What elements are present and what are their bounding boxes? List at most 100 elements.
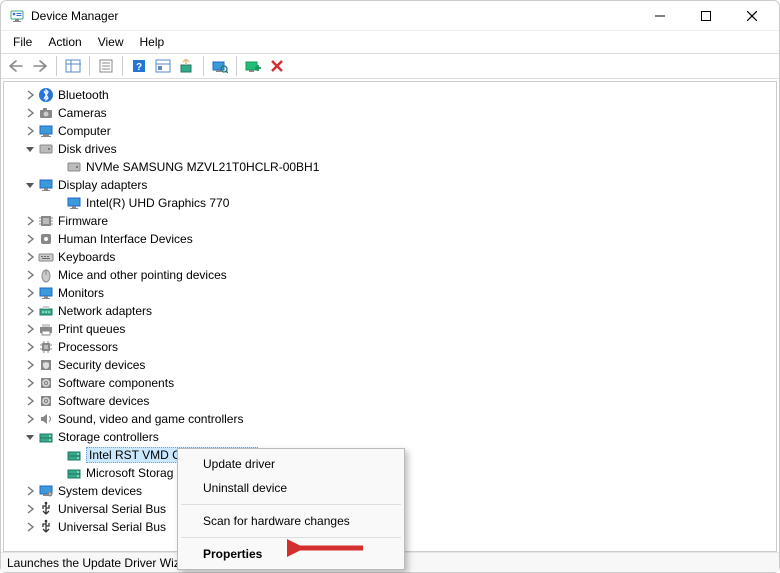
- chevron-right-icon[interactable]: [24, 305, 36, 317]
- tree-node[interactable]: Intel RST VMD Controller 467F: [50, 446, 774, 464]
- tree-node[interactable]: Computer: [6, 122, 774, 140]
- chevron-down-icon[interactable]: [24, 431, 36, 443]
- action-menu-button[interactable]: [152, 55, 174, 77]
- tree-node-label[interactable]: Network adapters: [58, 304, 152, 318]
- tree-node[interactable]: Human Interface Devices: [6, 230, 774, 248]
- chevron-down-icon[interactable]: [24, 179, 36, 191]
- tree-node[interactable]: Security devices: [6, 356, 774, 374]
- tree-node-label[interactable]: Software devices: [58, 394, 149, 408]
- scan-hardware-button[interactable]: [209, 55, 231, 77]
- chevron-right-icon[interactable]: [24, 413, 36, 425]
- tree-node[interactable]: Cameras: [6, 104, 774, 122]
- tree-node-label[interactable]: Security devices: [58, 358, 145, 372]
- svg-text:?: ?: [136, 62, 142, 73]
- chevron-right-icon[interactable]: [24, 323, 36, 335]
- ctx-uninstall-device[interactable]: Uninstall device: [179, 476, 403, 500]
- tree-node-label[interactable]: Cameras: [58, 106, 107, 120]
- back-button[interactable]: [5, 55, 27, 77]
- ctx-scan-hardware[interactable]: Scan for hardware changes: [179, 509, 403, 533]
- help-button[interactable]: ?: [128, 55, 150, 77]
- tree-node-label[interactable]: Print queues: [58, 322, 125, 336]
- maximize-button[interactable]: [683, 1, 729, 31]
- tree-node-label[interactable]: Universal Serial Bus: [58, 520, 166, 534]
- ctx-properties[interactable]: Properties: [179, 542, 403, 566]
- tree-node[interactable]: Monitors: [6, 284, 774, 302]
- menu-view[interactable]: View: [90, 33, 132, 51]
- chevron-right-icon[interactable]: [24, 485, 36, 497]
- chevron-right-icon[interactable]: [24, 503, 36, 515]
- chevron-right-icon[interactable]: [24, 359, 36, 371]
- chevron-right-icon[interactable]: [24, 395, 36, 407]
- chevron-right-icon[interactable]: [24, 107, 36, 119]
- chevron-right-icon[interactable]: [24, 341, 36, 353]
- close-button[interactable]: [729, 1, 775, 31]
- cpu-icon: [38, 339, 54, 355]
- disk-icon: [38, 141, 54, 157]
- tree-node[interactable]: Display adapters: [6, 176, 774, 194]
- tree-node[interactable]: Microsoft Storag: [50, 464, 774, 482]
- tree-node-label[interactable]: Universal Serial Bus: [58, 502, 166, 516]
- ctx-update-driver[interactable]: Update driver: [179, 452, 403, 476]
- tree-node-label[interactable]: Display adapters: [58, 178, 147, 192]
- tree-node-label[interactable]: Monitors: [58, 286, 104, 300]
- chevron-right-icon[interactable]: [24, 269, 36, 281]
- tree-node[interactable]: Bluetooth: [6, 86, 774, 104]
- chevron-right-icon[interactable]: [24, 251, 36, 263]
- chevron-right-icon[interactable]: [24, 125, 36, 137]
- tree-node-label[interactable]: NVMe SAMSUNG MZVL21T0HCLR-00BH1: [86, 160, 319, 174]
- chevron-right-icon[interactable]: [24, 521, 36, 533]
- chevron-down-icon[interactable]: [24, 143, 36, 155]
- tree-node[interactable]: NVMe SAMSUNG MZVL21T0HCLR-00BH1: [50, 158, 774, 176]
- tree-node[interactable]: Disk drives: [6, 140, 774, 158]
- tree-node-label[interactable]: Processors: [58, 340, 118, 354]
- tree-node-label[interactable]: Firmware: [58, 214, 108, 228]
- usb-icon: [38, 501, 54, 517]
- menu-file[interactable]: File: [5, 33, 40, 51]
- tree-node[interactable]: Storage controllers: [6, 428, 774, 446]
- chevron-right-icon[interactable]: [24, 233, 36, 245]
- tree-node-label[interactable]: Sound, video and game controllers: [58, 412, 243, 426]
- tree-node[interactable]: Software devices: [6, 392, 774, 410]
- keyboard-icon: [38, 249, 54, 265]
- toolbar-separator: [122, 56, 123, 76]
- menu-help[interactable]: Help: [132, 33, 173, 51]
- tree-node-label[interactable]: Bluetooth: [58, 88, 109, 102]
- tree-node-label[interactable]: Software components: [58, 376, 174, 390]
- minimize-button[interactable]: [637, 1, 683, 31]
- forward-button[interactable]: [29, 55, 51, 77]
- update-driver-button[interactable]: [176, 55, 198, 77]
- tree-node[interactable]: Software components: [6, 374, 774, 392]
- printer-icon: [38, 321, 54, 337]
- tree-node-label[interactable]: System devices: [58, 484, 142, 498]
- tree-node-label[interactable]: Intel(R) UHD Graphics 770: [86, 196, 229, 210]
- uninstall-device-button[interactable]: [266, 55, 288, 77]
- add-legacy-hardware-button[interactable]: [242, 55, 264, 77]
- tree-node[interactable]: Network adapters: [6, 302, 774, 320]
- tree-node[interactable]: Sound, video and game controllers: [6, 410, 774, 428]
- storage-icon: [66, 465, 82, 481]
- show-hide-tree-button[interactable]: [62, 55, 84, 77]
- chevron-right-icon[interactable]: [24, 287, 36, 299]
- toolbar-separator: [236, 56, 237, 76]
- menu-action[interactable]: Action: [40, 33, 89, 51]
- tree-node-label[interactable]: Keyboards: [58, 250, 115, 264]
- tree-node[interactable]: Processors: [6, 338, 774, 356]
- tree-node[interactable]: Intel(R) UHD Graphics 770: [50, 194, 774, 212]
- tree-node-label[interactable]: Computer: [58, 124, 111, 138]
- tree-node-label[interactable]: Human Interface Devices: [58, 232, 193, 246]
- display-icon: [66, 195, 82, 211]
- tree-node[interactable]: Mice and other pointing devices: [6, 266, 774, 284]
- chevron-right-icon[interactable]: [24, 377, 36, 389]
- tree-node[interactable]: Print queues: [6, 320, 774, 338]
- properties-button[interactable]: [95, 55, 117, 77]
- tree-node-label[interactable]: Storage controllers: [58, 430, 159, 444]
- tree-node[interactable]: Firmware: [6, 212, 774, 230]
- chevron-right-icon[interactable]: [24, 89, 36, 101]
- tree-node[interactable]: Keyboards: [6, 248, 774, 266]
- tree-node-label[interactable]: Disk drives: [58, 142, 117, 156]
- ctx-separator: [181, 504, 401, 505]
- security-icon: [38, 357, 54, 373]
- chevron-right-icon[interactable]: [24, 215, 36, 227]
- tree-node-label[interactable]: Microsoft Storag: [86, 466, 173, 480]
- tree-node-label[interactable]: Mice and other pointing devices: [58, 268, 227, 282]
